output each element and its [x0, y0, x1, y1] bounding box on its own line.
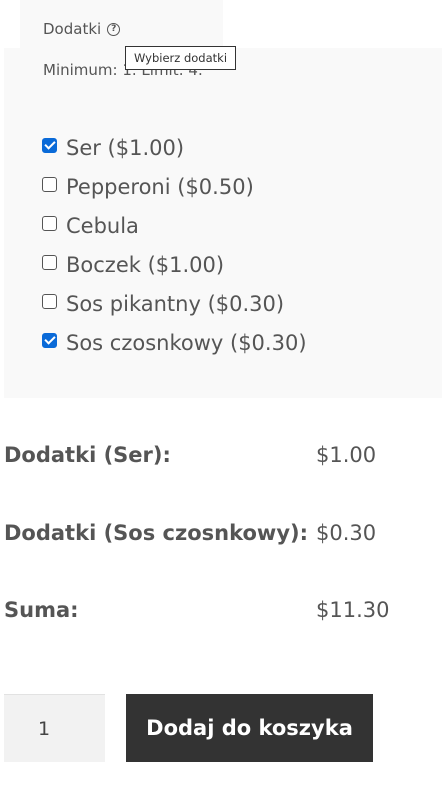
- addon-title-text: Dodatki: [43, 20, 102, 38]
- addon-option-label: Sos pikantny ($0.30): [66, 291, 285, 316]
- addon-option-label: Ser ($1.00): [66, 135, 185, 160]
- addon-option-pepperoni[interactable]: Pepperoni ($0.50): [42, 167, 307, 206]
- checkbox[interactable]: [42, 294, 57, 309]
- addon-option-label: Sos czosnkowy ($0.30): [66, 330, 307, 355]
- checkbox[interactable]: [42, 177, 57, 192]
- summary-label: Dodatki (Sos czosnkowy):: [4, 521, 308, 545]
- summary-total-value: $11.30: [316, 598, 390, 622]
- summary-label: Dodatki (Ser):: [4, 443, 171, 467]
- addon-option-boczek[interactable]: Boczek ($1.00): [42, 245, 307, 284]
- quantity-input[interactable]: [4, 694, 105, 762]
- addon-options-list: Ser ($1.00) Pepperoni ($0.50) Cebula Boc…: [42, 128, 307, 362]
- addon-option-label: Cebula: [66, 213, 139, 238]
- addon-title: Dodatki ?: [43, 20, 121, 38]
- checkbox[interactable]: [42, 333, 57, 348]
- addon-option-label: Boczek ($1.00): [66, 252, 225, 277]
- question-circle-icon[interactable]: ?: [107, 22, 121, 36]
- checkbox[interactable]: [42, 138, 57, 153]
- checkbox[interactable]: [42, 216, 57, 231]
- help-tooltip: Wybierz dodatki: [125, 46, 237, 70]
- summary-value: $1.00: [316, 443, 377, 467]
- addon-option-ser[interactable]: Ser ($1.00): [42, 128, 307, 167]
- addon-option-label: Pepperoni ($0.50): [66, 174, 254, 199]
- addon-option-cebula[interactable]: Cebula: [42, 206, 307, 245]
- addon-option-sos-czosnkowy[interactable]: Sos czosnkowy ($0.30): [42, 323, 307, 362]
- addon-option-sos-pikantny[interactable]: Sos pikantny ($0.30): [42, 284, 307, 323]
- summary-value: $0.30: [316, 521, 377, 545]
- checkbox[interactable]: [42, 255, 57, 270]
- summary-total-label: Suma:: [4, 598, 79, 622]
- add-to-cart-button[interactable]: Dodaj do koszyka: [126, 694, 373, 762]
